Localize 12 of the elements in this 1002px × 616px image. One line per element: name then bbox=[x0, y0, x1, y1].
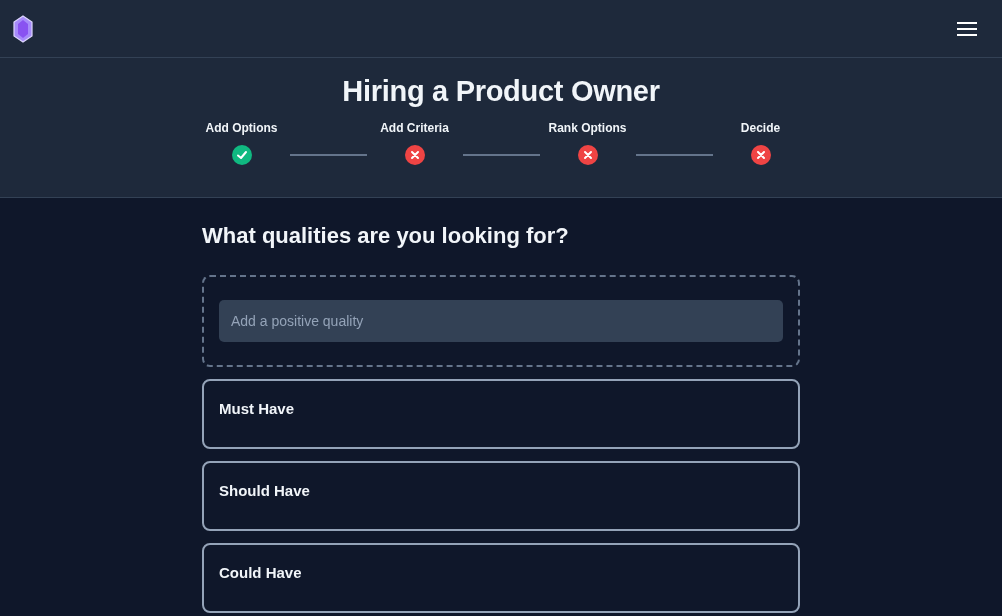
quality-input-field[interactable]: Add a positive quality bbox=[219, 300, 783, 342]
gem-logo-icon[interactable] bbox=[13, 14, 33, 43]
group-title: Should Have bbox=[219, 482, 310, 499]
group-title: Must Have bbox=[219, 400, 295, 417]
page-title: Hiring a Product Owner bbox=[342, 75, 660, 108]
step-label: Rank Options bbox=[548, 121, 627, 135]
group-title: Could Have bbox=[219, 564, 302, 581]
step-label: Decide bbox=[740, 121, 781, 135]
step-label: Add Options bbox=[205, 121, 278, 135]
step-label: Add Criteria bbox=[380, 121, 449, 135]
menu-button[interactable] bbox=[957, 21, 977, 36]
question-heading: What qualities are you looking for? bbox=[202, 223, 570, 249]
